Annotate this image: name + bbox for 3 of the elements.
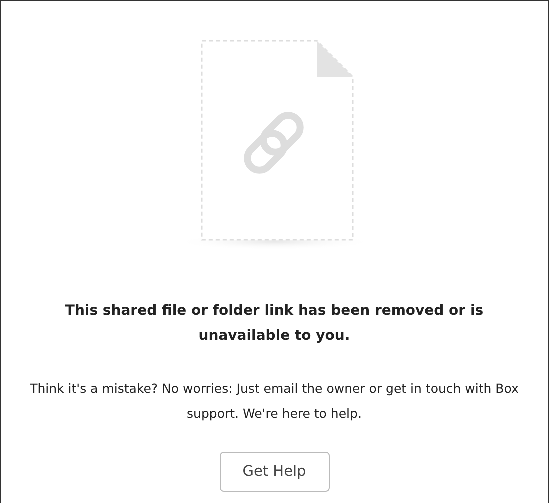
get-help-button[interactable]: Get Help xyxy=(220,452,330,492)
error-heading: This shared file or folder link has been removed or is unavailable to you. xyxy=(64,302,485,346)
help-text: Think it's a mistake? No worries: Just email the owner or get in touch with Box support. We're here to help. xyxy=(30,380,520,423)
